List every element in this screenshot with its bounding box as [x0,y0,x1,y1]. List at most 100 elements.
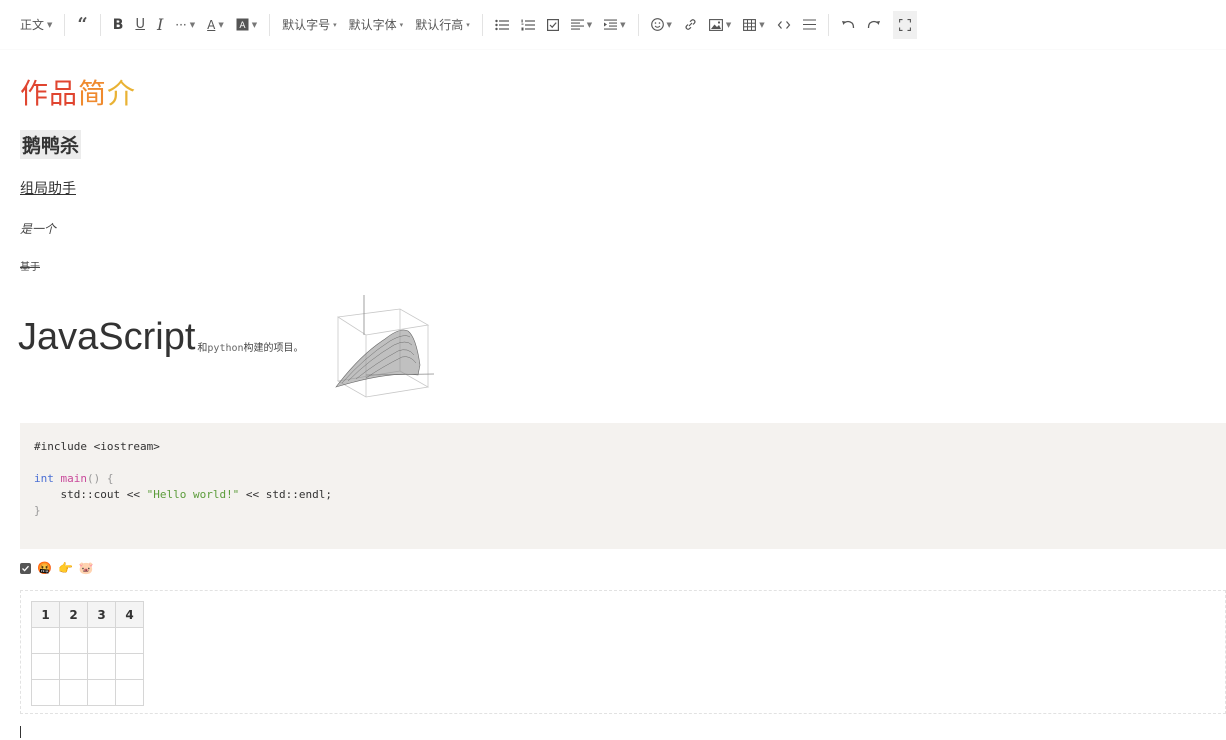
italic-text[interactable]: 是一个 [20,220,56,237]
numbered-list-icon [521,19,535,31]
small-text-post: 构建的项目。 [243,343,304,354]
table-header-cell[interactable]: 4 [115,601,144,628]
underline-icon: U [135,17,145,32]
check-icon [22,565,29,572]
table-row [31,653,144,680]
toolbar-divider [637,13,639,36]
more-styles-dropdown[interactable]: ··· ▼ [169,11,201,39]
title-part-1: 作品 [20,77,79,110]
chevron-down-icon: ▾ [333,20,337,29]
code-function: main [60,472,88,485]
font-family-label: 默认字体 [348,18,397,32]
table-cell[interactable] [115,627,144,654]
underline-button[interactable]: U [129,11,151,39]
numbered-list-button[interactable] [515,11,541,39]
todo-button[interactable] [541,11,565,39]
embedded-image-3d-plot[interactable] [330,295,435,401]
chevron-down-icon: ▾ [399,20,404,29]
emoji-angry: 🤬 [37,561,52,575]
table-cell[interactable] [115,653,144,680]
code-text: std::cout << [34,488,147,501]
table-cell[interactable] [31,653,60,680]
bg-color-icon: A [236,18,249,31]
code-line: int main() { [34,471,1212,487]
strikethrough-text[interactable]: 基于 [20,258,40,273]
chevron-down-icon: ▼ [759,20,765,29]
table-cell[interactable] [59,627,88,654]
fullscreen-icon [898,18,911,31]
chevron-down-icon: ▼ [47,20,53,29]
undo-button[interactable] [835,11,861,39]
large-text: JavaScript [18,316,196,358]
font-size-dropdown[interactable]: 默认字号 ▾ [276,11,343,39]
table-header-cell[interactable]: 3 [87,601,116,628]
redo-button[interactable] [861,11,887,39]
emoji-pig: 🐷 [78,561,94,575]
table-cell[interactable] [87,627,116,654]
code-line: #include <iostream> [34,440,160,453]
editor-table: 1 2 3 4 [31,601,144,706]
align-dropdown[interactable]: ▼ [565,11,598,39]
paragraph-style-dropdown[interactable]: 正文 ▼ [14,11,58,39]
font-family-dropdown[interactable]: 默认字体 ▾ [343,11,410,39]
heading-subtitle[interactable]: 鹅鸭杀 [20,130,82,159]
indent-dropdown[interactable]: ▼ [598,11,631,39]
bullet-list-button[interactable] [489,11,515,39]
align-icon [570,19,584,30]
link-button[interactable] [678,11,703,39]
emoji-dropdown[interactable]: ▼ [645,11,678,39]
table-cell[interactable] [115,679,144,706]
code-button[interactable] [771,11,797,39]
chevron-down-icon: ▼ [189,20,196,29]
table-cell[interactable] [87,679,116,706]
table-header-cell[interactable]: 2 [59,601,88,628]
toolbar-divider [64,13,66,36]
divider-button[interactable] [797,11,822,39]
underlined-text[interactable]: 组局助手 [20,178,76,198]
more-icon: ··· [175,17,187,32]
image-dropdown[interactable]: ▼ [703,11,737,39]
table-row [31,679,144,706]
quote-icon[interactable]: “ [71,11,93,39]
table-icon [743,18,757,31]
chevron-down-icon: ▼ [251,20,258,29]
table-cell[interactable] [59,653,88,680]
small-text: 和python构建的项目。 [197,339,303,354]
font-color-dropdown[interactable]: A ▼ [201,11,230,39]
mixed-size-paragraph[interactable]: JavaScript 和python构建的项目。 [18,318,304,356]
bold-icon: B [112,16,124,33]
link-icon [684,18,697,31]
table-cell[interactable] [31,679,60,706]
small-text-pre: 和 [197,343,208,354]
editor-toolbar: 正文 ▼ “ B U I ··· ▼ A ▼ A ▼ 默认字号 ▾ 默认字体 ▾ 默认行高 ▾… [0,0,1226,50]
title-part-3: 介 [107,77,137,110]
toolbar-divider [99,13,101,36]
chevron-down-icon: ▼ [725,20,732,29]
bold-button[interactable]: B [107,11,130,39]
title-part-2: 简 [78,77,108,110]
paragraph-style-label: 正文 [20,18,45,32]
italic-button[interactable]: I [151,11,169,39]
small-text-mono: python [207,343,244,354]
bg-color-dropdown[interactable]: A ▼ [230,11,263,39]
todo-item: 🤬 👉 🐷 [20,562,94,574]
code-icon [777,20,791,30]
todo-icon [546,18,559,31]
line-height-dropdown[interactable]: 默认行高 ▾ [409,11,476,39]
table-header-cell[interactable]: 1 [31,601,60,628]
code-block[interactable]: #include <iostream> int main() { std::co… [20,423,1226,549]
table-dropdown[interactable]: ▼ [737,11,770,39]
toolbar-divider [481,13,483,36]
font-size-label: 默认字号 [282,18,331,32]
table-cell[interactable] [31,627,60,654]
table-cell[interactable] [87,653,116,680]
table-cell[interactable] [59,679,88,706]
indent-icon [604,19,618,30]
heading-title[interactable]: 作品简介 [20,72,136,112]
fullscreen-button[interactable] [892,10,917,39]
image-icon [708,18,723,31]
chevron-down-icon: ▼ [586,20,593,29]
chevron-down-icon: ▼ [218,20,224,29]
checkbox-checked[interactable] [20,562,31,574]
toolbar-divider [827,13,829,36]
